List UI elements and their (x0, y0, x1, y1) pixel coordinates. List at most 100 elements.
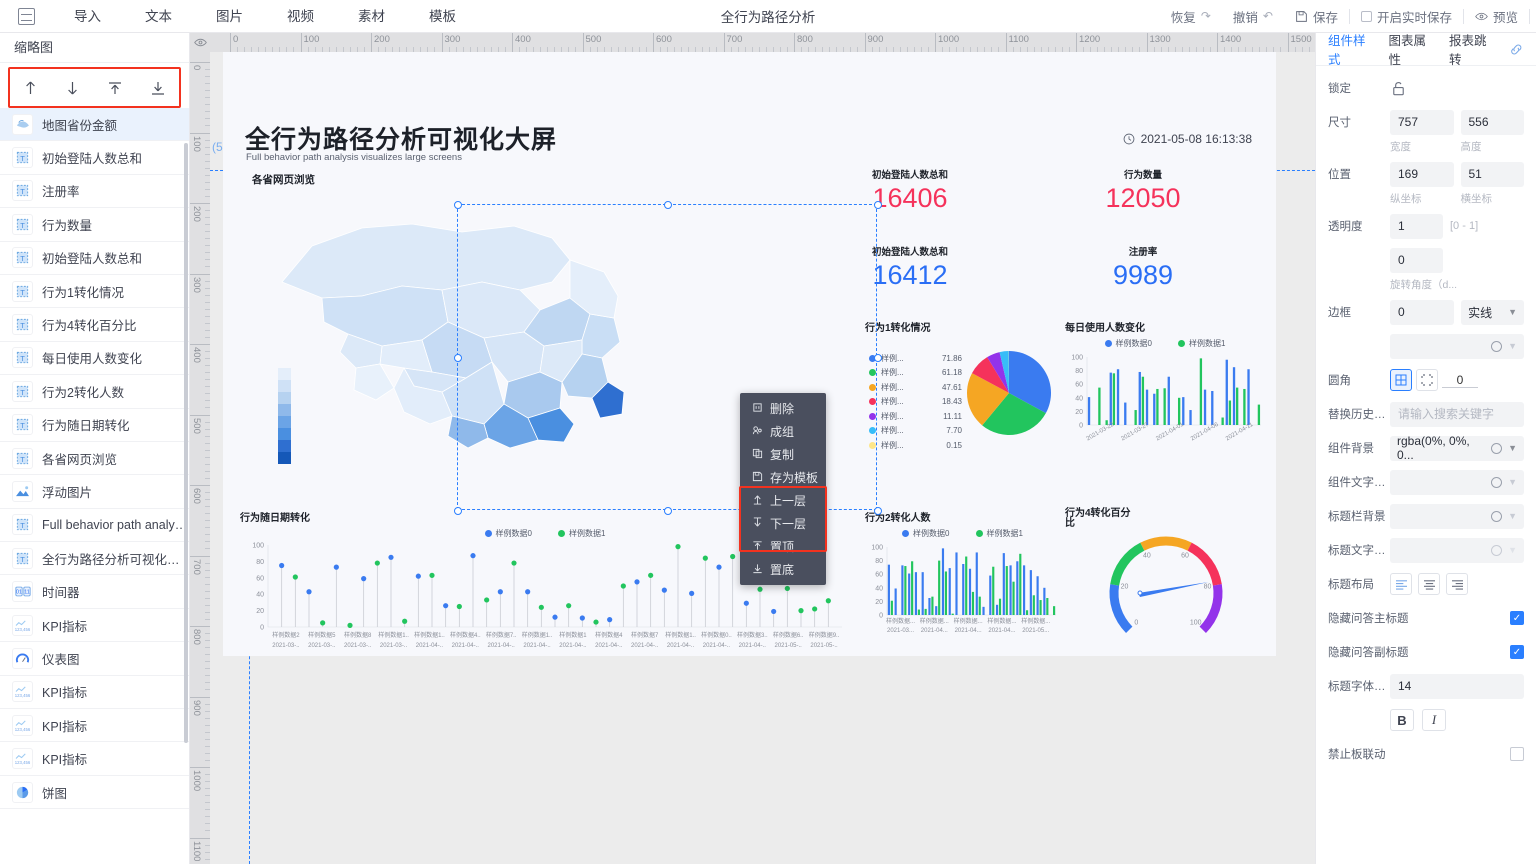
bold-button[interactable]: B (1390, 709, 1414, 731)
layer-item[interactable]: 仪表图 (0, 642, 189, 676)
data-point[interactable] (292, 574, 298, 580)
align-right-button[interactable] (1446, 573, 1468, 595)
layer-item[interactable]: T 行为数量 (0, 208, 189, 242)
layer-list[interactable]: 地图省份金额 T 初始登陆人数总和 T 注册率 T 行为数量 T 初始登陆人数总和 T 行为1转化情… (0, 108, 189, 864)
data-point[interactable] (579, 615, 585, 621)
layer-item[interactable]: T 行为4转化百分比 (0, 308, 189, 342)
bar[interactable] (1046, 598, 1049, 615)
bar[interactable] (1163, 388, 1166, 425)
position-x-input[interactable] (1390, 161, 1454, 187)
layer-item[interactable]: T 初始登陆人数总和 (0, 242, 189, 275)
data-point[interactable] (620, 583, 626, 589)
bar[interactable] (1225, 359, 1228, 425)
daily-bar-chart-widget[interactable]: 每日使用人数变化 样例数据0 样例数据1 0 20 40 60 80 100 2021-03… (1065, 319, 1265, 459)
kpi-card-4[interactable]: 注册率 9989 (1068, 244, 1218, 292)
bar[interactable] (908, 573, 911, 615)
layer-item[interactable]: 饼图 (0, 776, 189, 810)
radius-all-button[interactable] (1390, 369, 1412, 391)
data-point[interactable] (361, 576, 367, 582)
bar[interactable] (890, 600, 893, 615)
data-point[interactable] (634, 579, 640, 585)
layer-item[interactable]: 浮动图片 (0, 475, 189, 509)
data-point[interactable] (456, 603, 462, 610)
bar[interactable] (894, 588, 897, 615)
data-point[interactable] (279, 562, 285, 569)
bar[interactable] (921, 572, 924, 615)
data-point[interactable] (661, 587, 667, 593)
bar[interactable] (1211, 391, 1214, 425)
bar[interactable] (1247, 369, 1250, 425)
kpi-card-1[interactable]: 初始登陆人数总和 16406 (835, 167, 985, 215)
data-point[interactable] (716, 564, 722, 570)
data-point[interactable] (429, 572, 435, 578)
ruler-corner[interactable] (190, 33, 210, 52)
layer-item[interactable]: 地图省份金额 (0, 108, 189, 142)
bar[interactable] (1199, 358, 1203, 425)
align-center-button[interactable] (1418, 573, 1440, 595)
bar[interactable] (1098, 387, 1101, 425)
context-menu-item[interactable]: 成组 (740, 420, 826, 443)
data-point[interactable] (347, 622, 353, 628)
bar[interactable] (1145, 389, 1149, 425)
bar[interactable] (1112, 373, 1116, 425)
bar[interactable] (948, 568, 951, 615)
bar[interactable] (1019, 553, 1022, 615)
bar[interactable] (931, 596, 934, 615)
bar[interactable] (1016, 561, 1019, 615)
layer-item[interactable]: 123,456 KPI指标 (0, 609, 189, 643)
data-point[interactable] (675, 544, 681, 550)
context-menu-item[interactable]: 复制 (740, 443, 826, 466)
layer-item[interactable]: T 行为随日期转化 (0, 409, 189, 442)
titlebar-bg-picker[interactable]: ▼ (1390, 503, 1524, 529)
data-point[interactable] (593, 619, 599, 625)
data-point[interactable] (566, 603, 572, 609)
text-color-picker[interactable]: ▼ (1390, 469, 1524, 495)
history-search-input[interactable] (1390, 401, 1524, 427)
data-point[interactable] (552, 614, 558, 620)
position-y-input[interactable] (1460, 161, 1524, 187)
data-point[interactable] (402, 618, 408, 624)
data-point[interactable] (771, 608, 777, 615)
bar[interactable] (1189, 410, 1192, 425)
move-up-button[interactable] (23, 80, 38, 96)
bar[interactable] (1002, 553, 1005, 615)
pie-legend-row[interactable]: 样例... 7.70 (869, 424, 962, 439)
app-logo[interactable] (0, 7, 52, 25)
save-button[interactable]: 保存 (1284, 0, 1349, 33)
size-width-input[interactable] (1390, 109, 1454, 135)
data-point[interactable] (757, 586, 763, 592)
title-text-color-picker[interactable]: ▼ (1390, 537, 1524, 563)
data-point[interactable] (648, 572, 654, 578)
data-point[interactable] (511, 560, 517, 566)
bar[interactable] (955, 552, 958, 615)
bar[interactable] (965, 556, 968, 615)
bar[interactable] (1005, 566, 1008, 615)
layer-item[interactable]: T 每日使用人数变化 (0, 342, 189, 376)
data-point[interactable] (497, 589, 503, 595)
data-point[interactable] (743, 600, 749, 606)
bar[interactable] (944, 571, 948, 615)
bar[interactable] (1138, 371, 1141, 425)
bar[interactable] (1221, 417, 1224, 425)
border-style-select[interactable]: 实线 ▼ (1461, 299, 1524, 325)
bar[interactable] (1087, 397, 1091, 425)
data-point[interactable] (812, 606, 818, 612)
bar[interactable] (1116, 369, 1120, 425)
bar[interactable] (941, 548, 945, 615)
bar[interactable] (917, 609, 920, 615)
bar[interactable] (975, 552, 978, 615)
data-point[interactable] (825, 598, 831, 604)
data-point[interactable] (484, 597, 490, 603)
context-menu-item[interactable]: 置底 (740, 558, 826, 581)
italic-button[interactable]: I (1422, 709, 1446, 731)
bar[interactable] (1167, 376, 1170, 425)
pie-legend-row[interactable]: 样例... 61.18 (869, 366, 962, 381)
design-canvas[interactable]: (51,169) 全行为路径分析可视化大屏 Full behavior path… (210, 52, 1315, 864)
pie-legend-row[interactable]: 样例... 11.11 (869, 409, 962, 424)
bar[interactable] (1023, 565, 1026, 615)
radius-value[interactable]: 0 (1442, 373, 1478, 388)
bar[interactable] (924, 608, 927, 615)
map-widget[interactable]: 各省网页浏览 (252, 172, 669, 480)
visibility-eye-icon[interactable] (193, 38, 207, 47)
bar[interactable] (1177, 397, 1181, 425)
